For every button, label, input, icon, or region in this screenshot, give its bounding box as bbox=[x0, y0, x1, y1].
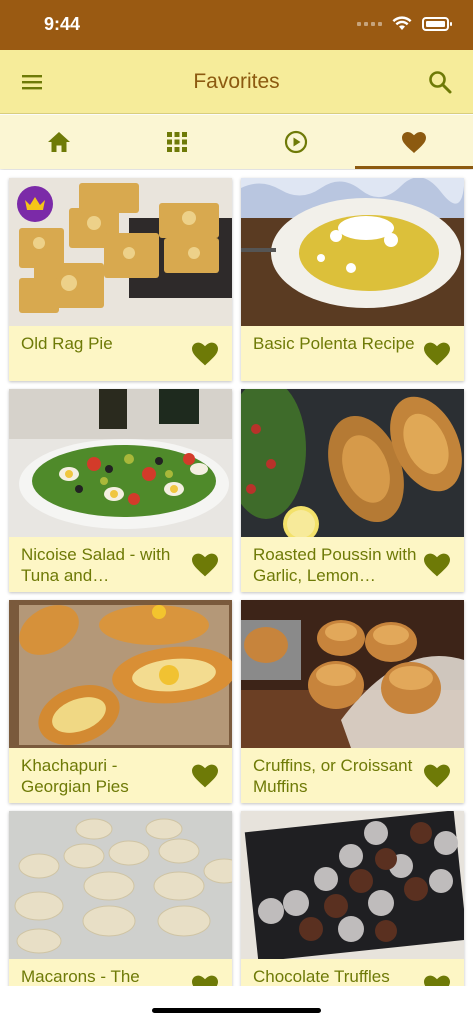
recipe-image bbox=[9, 389, 232, 537]
recipe-image bbox=[9, 600, 232, 748]
status-bar: 9:44 bbox=[0, 0, 473, 50]
home-icon bbox=[48, 132, 71, 152]
recipe-card[interactable]: Cruffins, or Croissant Muffins bbox=[241, 600, 464, 803]
home-bar bbox=[0, 986, 473, 1024]
tab-bar bbox=[0, 115, 473, 169]
recipe-image bbox=[9, 178, 232, 326]
favorite-heart-icon[interactable] bbox=[424, 342, 450, 366]
recipe-title: Basic Polenta Recipe bbox=[253, 334, 415, 353]
recipe-grid: Old Rag Pie Basic Polenta Recipe Nicoise… bbox=[0, 170, 473, 986]
recipe-image bbox=[241, 600, 464, 748]
grid-icon bbox=[167, 132, 188, 152]
favorite-heart-icon[interactable] bbox=[424, 975, 450, 986]
recipe-title: Roasted Poussin with Garlic, Lemon… bbox=[253, 545, 417, 585]
search-icon[interactable] bbox=[427, 69, 453, 95]
cellular-signal-icon bbox=[357, 21, 382, 26]
home-indicator[interactable] bbox=[152, 1008, 321, 1013]
favorite-heart-icon[interactable] bbox=[192, 764, 218, 788]
recipe-card[interactable]: Roasted Poussin with Garlic, Lemon… bbox=[241, 389, 464, 592]
wifi-icon bbox=[392, 16, 412, 30]
recipe-image bbox=[241, 811, 464, 959]
premium-badge bbox=[17, 186, 53, 222]
tab-favorites[interactable] bbox=[354, 115, 473, 169]
tab-home[interactable] bbox=[0, 115, 118, 169]
page-title: Favorites bbox=[193, 70, 280, 93]
recipe-card[interactable]: Macarons - The bbox=[9, 811, 232, 986]
play-circle-icon bbox=[284, 130, 307, 154]
recipe-card[interactable]: Old Rag Pie bbox=[9, 178, 232, 381]
favorite-heart-icon[interactable] bbox=[424, 764, 450, 788]
recipe-card[interactable]: Chocolate Truffles bbox=[241, 811, 464, 986]
favorite-heart-icon[interactable] bbox=[192, 553, 218, 577]
recipe-title: Old Rag Pie bbox=[21, 334, 113, 353]
favorite-heart-icon[interactable] bbox=[424, 553, 450, 577]
recipe-title: Macarons - The bbox=[21, 967, 140, 986]
app-bar: Favorites bbox=[0, 50, 473, 114]
favorite-heart-icon[interactable] bbox=[192, 975, 218, 986]
recipe-image bbox=[9, 811, 232, 959]
recipe-title: Nicoise Salad - with Tuna and… bbox=[21, 545, 171, 585]
status-icons bbox=[357, 16, 452, 31]
favorite-heart-icon[interactable] bbox=[192, 342, 218, 366]
battery-icon bbox=[422, 16, 452, 31]
recipe-card[interactable]: Khachapuri - Georgian Pies bbox=[9, 600, 232, 803]
tab-categories[interactable] bbox=[118, 115, 236, 169]
recipe-image bbox=[241, 389, 464, 537]
recipe-card[interactable]: Basic Polenta Recipe bbox=[241, 178, 464, 381]
tab-videos[interactable] bbox=[237, 115, 355, 169]
status-time: 9:44 bbox=[44, 14, 81, 34]
heart-icon bbox=[401, 131, 426, 153]
recipe-image bbox=[241, 178, 464, 326]
recipe-title: Cruffins, or Croissant Muffins bbox=[253, 756, 413, 796]
recipe-card[interactable]: Nicoise Salad - with Tuna and… bbox=[9, 389, 232, 592]
recipe-title: Chocolate Truffles bbox=[253, 967, 390, 986]
crown-icon bbox=[25, 197, 45, 210]
recipe-title: Khachapuri - Georgian Pies bbox=[21, 756, 129, 796]
